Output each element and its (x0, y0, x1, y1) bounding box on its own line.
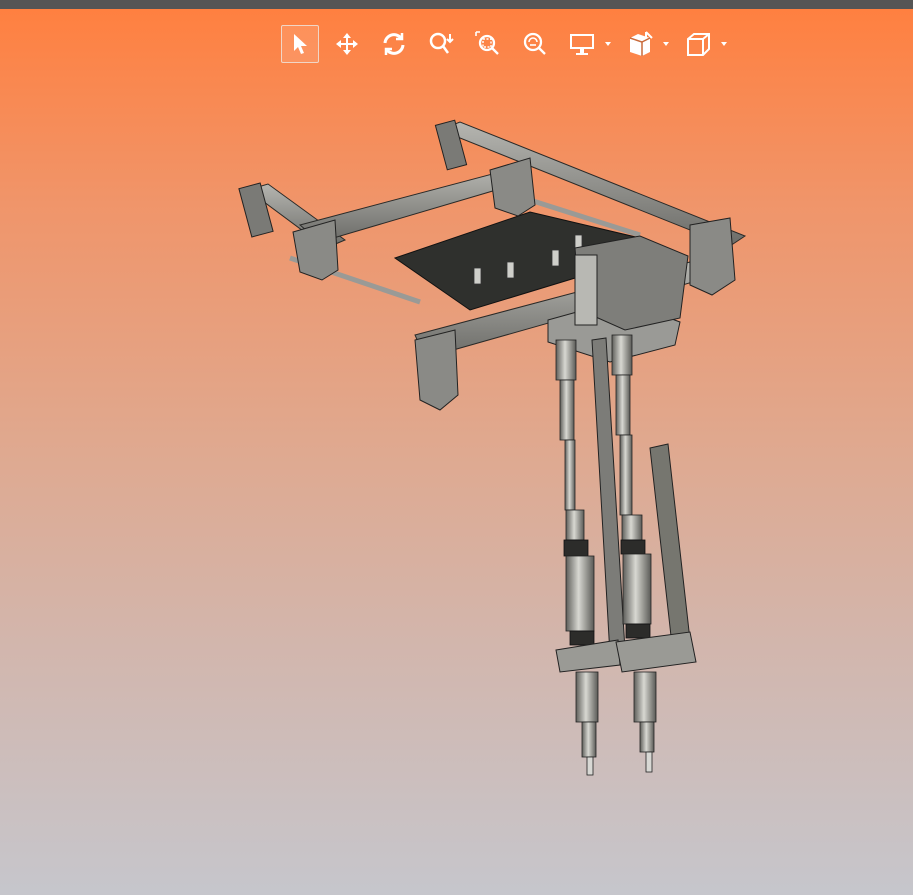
window-title-bar (0, 0, 913, 9)
chevron-down-icon[interactable] (718, 25, 730, 63)
select-pointer-icon[interactable] (281, 25, 319, 63)
view-cube-icon[interactable] (679, 25, 717, 63)
chevron-down-icon[interactable] (602, 25, 614, 63)
zoom-icon[interactable] (422, 25, 460, 63)
spindle-assembly (555, 334, 697, 776)
chevron-down-icon[interactable] (660, 25, 672, 63)
standoff-1 (473, 267, 482, 285)
display-style-dropdown[interactable] (563, 25, 614, 63)
end-plate-3 (414, 329, 459, 411)
end-plate-4 (689, 217, 736, 296)
pan-move-icon[interactable] (328, 25, 366, 63)
cad-model[interactable] (0, 9, 913, 895)
gantry-frame (238, 119, 747, 411)
display-monitor-icon[interactable] (563, 25, 601, 63)
section-view-dropdown[interactable] (621, 25, 672, 63)
carriage-column (574, 254, 598, 326)
rotate-icon[interactable] (375, 25, 413, 63)
3d-viewport[interactable] (0, 9, 913, 895)
zoom-fit-icon[interactable] (516, 25, 554, 63)
spindle-right (611, 334, 697, 773)
section-plane-icon[interactable] (621, 25, 659, 63)
end-plate-2 (489, 157, 536, 217)
vertical-slide-right (649, 443, 691, 646)
standoff-2 (506, 261, 515, 279)
zoom-window-icon[interactable] (469, 25, 507, 63)
standoff-3 (551, 249, 560, 267)
view-toolbar (281, 25, 737, 63)
view-orientation-dropdown[interactable] (679, 25, 730, 63)
